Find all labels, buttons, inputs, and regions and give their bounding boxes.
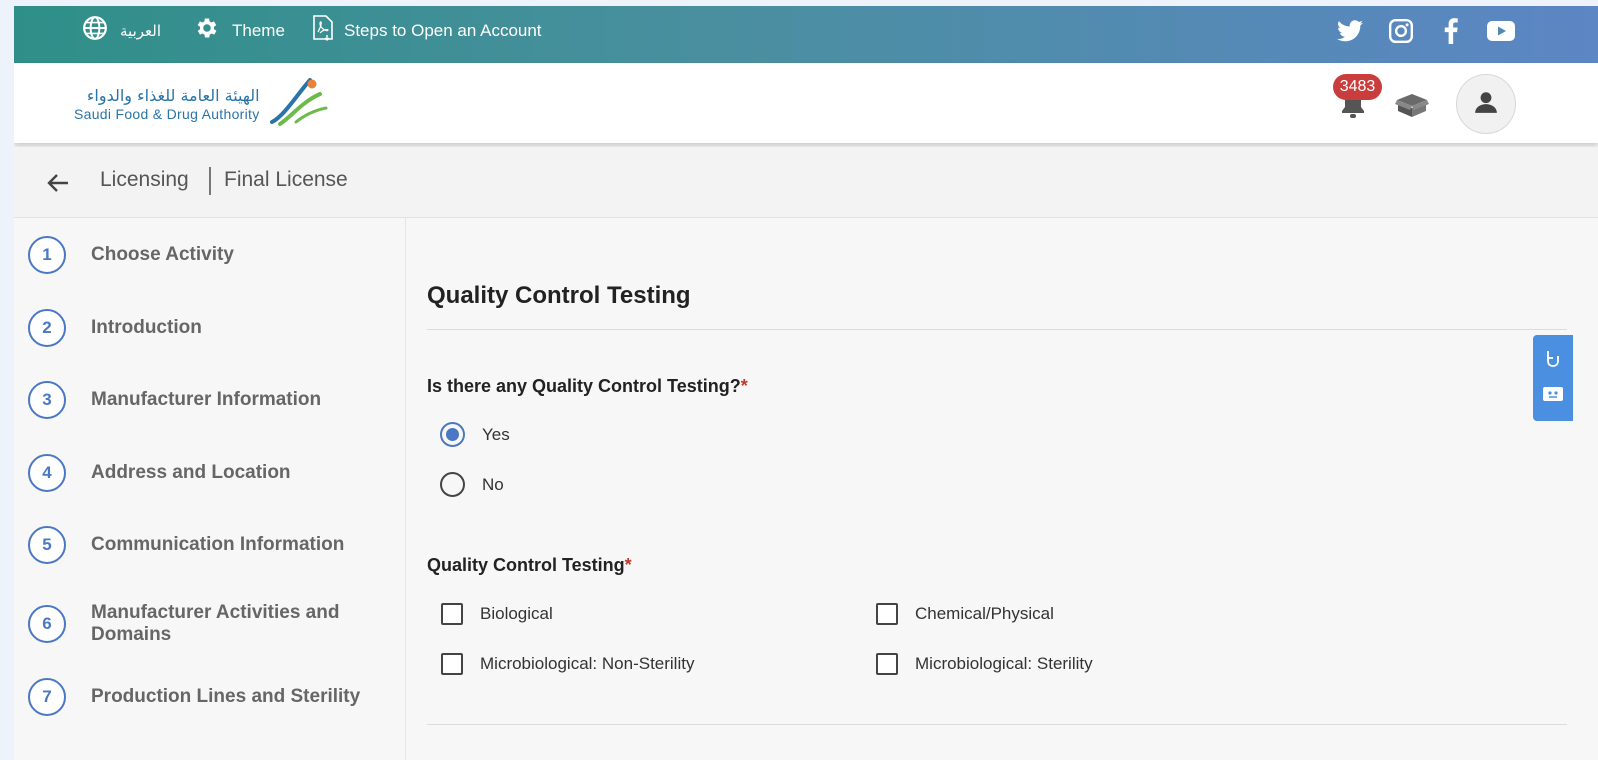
divider: [427, 724, 1567, 725]
notification-count-badge[interactable]: 3483: [1333, 74, 1382, 100]
step-label: Manufacturer Activities and Domains: [91, 602, 340, 645]
logo-english: Saudi Food & Drug Authority: [74, 105, 260, 122]
divider: [427, 329, 1567, 330]
theme-button[interactable]: Theme: [194, 6, 285, 55]
sidebar-step-4[interactable]: 4 Address and Location: [28, 454, 361, 492]
sidebar-step-2[interactable]: 2 Introduction: [28, 309, 361, 347]
testing-text: Quality Control Testing: [427, 555, 625, 575]
checkbox[interactable]: [876, 653, 898, 675]
checkbox-micro-sterility[interactable]: Microbiological: Sterility: [876, 653, 1093, 675]
breadcrumb-licensing[interactable]: Licensing: [100, 168, 189, 192]
facebook-icon[interactable]: [1436, 16, 1466, 46]
checkbox-label: Chemical/Physical: [915, 604, 1054, 623]
step-number: 1: [28, 236, 66, 274]
step-label: Manufacturer Information: [91, 389, 322, 410]
checkbox-micro-non-sterility[interactable]: Microbiological: Non-Sterility: [441, 653, 694, 675]
back-arrow-icon[interactable]: [44, 169, 72, 197]
radio-option-no[interactable]: No: [440, 472, 504, 497]
checkbox-biological[interactable]: Biological: [441, 603, 553, 625]
step-number: 4: [28, 454, 66, 492]
section-title: Quality Control Testing: [427, 282, 691, 309]
radio-yes[interactable]: [440, 422, 465, 447]
logo-arabic: الهيئة العامة للغذاء والدواء: [86, 85, 260, 105]
globe-icon: [82, 15, 108, 46]
breadcrumb-final-license: Final License: [224, 168, 348, 191]
step-label: Communication Information: [91, 534, 345, 555]
steps-label: Steps to Open an Account: [344, 20, 542, 40]
main-content: Quality Control Testing Is there any Qua…: [406, 218, 1598, 760]
checkbox[interactable]: [441, 603, 463, 625]
twitter-icon[interactable]: [1335, 16, 1365, 46]
checkbox-chemical-physical[interactable]: Chemical/Physical: [876, 603, 1054, 625]
user-avatar[interactable]: [1456, 74, 1516, 134]
step-label: Introduction: [91, 317, 202, 338]
testing-label: Quality Control Testing*: [427, 555, 632, 576]
step-label: Address and Location: [91, 462, 291, 483]
sfda-logo[interactable]: الهيئة العامة للغذاء والدواء Saudi Food …: [74, 76, 328, 133]
step-label: Choose Activity: [91, 244, 234, 265]
top-bar: العربية Theme Steps to Open an Account: [14, 6, 1598, 63]
radio-label: No: [482, 474, 504, 494]
sidebar-step-1[interactable]: 1 Choose Activity: [28, 236, 361, 274]
floating-helper-widget[interactable]: [1533, 335, 1573, 421]
radio-no[interactable]: [440, 472, 465, 497]
sidebar-step-3[interactable]: 3 Manufacturer Information: [28, 381, 361, 419]
steps-link[interactable]: Steps to Open an Account: [312, 6, 542, 55]
accessibility-hand-icon: [1544, 349, 1562, 374]
question-text: Is there any Quality Control Testing?: [427, 376, 741, 396]
language-switch[interactable]: العربية: [82, 6, 161, 55]
instagram-icon[interactable]: [1386, 16, 1416, 46]
step-label: Production Lines and Sterility: [91, 686, 361, 707]
theme-label: Theme: [232, 20, 285, 40]
checkbox-label: Microbiological: Non-Sterility: [480, 654, 695, 673]
checkbox-label: Biological: [480, 604, 553, 623]
step-number: 7: [28, 678, 66, 716]
breadcrumb: Licensing Final License: [14, 147, 1598, 218]
step-number: 3: [28, 381, 66, 419]
pdf-download-icon: [312, 15, 334, 46]
package-icon[interactable]: [1394, 91, 1430, 124]
gear-icon: [194, 15, 220, 46]
question-label: Is there any Quality Control Testing?*: [427, 376, 748, 397]
language-label: العربية: [120, 21, 161, 40]
step-number: 6: [28, 605, 66, 643]
header: الهيئة العامة للغذاء والدواء Saudi Food …: [14, 63, 1598, 143]
step-number: 5: [28, 526, 66, 564]
breadcrumb-divider: [209, 167, 211, 195]
radio-option-yes[interactable]: Yes: [440, 422, 510, 447]
sidebar-step-5[interactable]: 5 Communication Information: [28, 526, 361, 564]
radio-label: Yes: [482, 424, 510, 444]
step-number: 2: [28, 309, 66, 347]
checkbox[interactable]: [876, 603, 898, 625]
youtube-icon[interactable]: [1486, 16, 1516, 46]
app-frame: العربية Theme Steps to Open an Account ا…: [14, 6, 1598, 760]
checkbox-label: Microbiological: Sterility: [915, 654, 1093, 673]
user-icon: [1473, 89, 1499, 120]
checkbox[interactable]: [441, 653, 463, 675]
logo-text: الهيئة العامة للغذاء والدواء Saudi Food …: [74, 86, 260, 123]
steps-sidebar: 1 Choose Activity 2 Introduction 3 Manuf…: [14, 218, 406, 760]
chat-bot-icon: [1542, 385, 1564, 408]
required-asterisk: *: [624, 555, 632, 575]
required-asterisk: *: [740, 376, 748, 396]
sidebar-step-6[interactable]: 6 Manufacturer Activities and Domains: [28, 602, 361, 646]
sfda-emblem-icon: [266, 76, 328, 133]
sidebar-step-7[interactable]: 7 Production Lines and Sterility: [28, 678, 361, 716]
